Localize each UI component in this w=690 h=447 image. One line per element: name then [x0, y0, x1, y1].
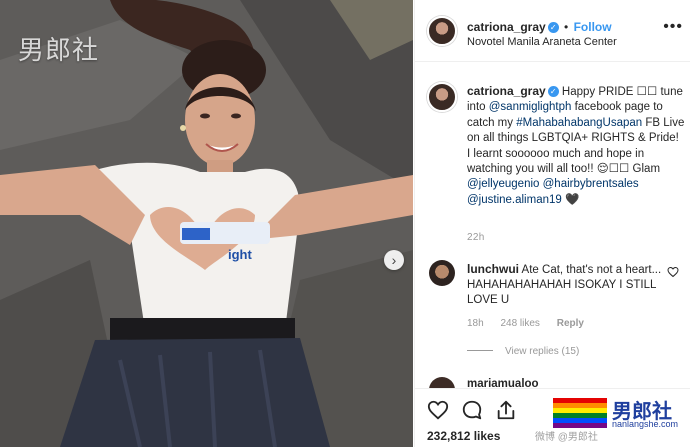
mention-link[interactable]: @jellyeugenio — [467, 178, 539, 190]
next-photo-button[interactable]: › — [384, 250, 404, 270]
commenter-avatar[interactable] — [429, 260, 455, 286]
shirt-logo-text: ight — [228, 247, 252, 262]
commenter-avatar[interactable] — [429, 377, 455, 388]
hashtag-link[interactable]: #MahabahabangUsapan — [516, 117, 642, 129]
caption-text: catriona_gray ✓ Happy PRIDE ☐☐ tune into … — [467, 84, 685, 208]
commenter-username[interactable]: lunchwui — [467, 262, 519, 276]
partial-comment: mariamualoo — [415, 374, 690, 388]
share-icon[interactable] — [495, 399, 517, 421]
avatar[interactable] — [427, 16, 457, 46]
mention-link[interactable]: @justine.aliman19 — [467, 194, 562, 206]
chevron-right-icon: › — [391, 252, 397, 268]
caption-segment: 🖤 — [561, 193, 580, 206]
post-timestamp[interactable]: 22h — [467, 232, 485, 243]
like-heart-icon[interactable] — [427, 399, 449, 421]
verified-badge-icon: ✓ — [547, 86, 559, 97]
post-panel: catriona_gray ✓ • Follow Novotel Manila A… — [414, 0, 690, 447]
post-header: catriona_gray ✓ • Follow Novotel Manila A… — [415, 0, 690, 62]
photo-illustration: ight — [0, 0, 413, 447]
watermark-url: nanlangshe.com — [612, 419, 679, 429]
divider — [467, 350, 493, 351]
header-separator: • — [564, 20, 569, 34]
comment-bubble-icon[interactable] — [461, 399, 483, 421]
post-photo[interactable]: ight 男郎社 › — [0, 0, 413, 447]
comment-likes[interactable]: 248 likes — [500, 318, 539, 329]
more-options-icon[interactable]: ••• — [663, 18, 683, 36]
verified-badge-icon: ✓ — [547, 22, 559, 33]
header-username[interactable]: catriona_gray — [467, 20, 546, 34]
watermark-weibo: 微博 @男郎社 — [535, 432, 598, 443]
comment-text: lunchwui Ate Cat, that's not a heart... … — [467, 262, 663, 308]
comment-age: 18h — [467, 318, 484, 329]
view-replies-label: View replies (15) — [505, 346, 580, 357]
rainbow-flag-logo — [553, 398, 607, 428]
comment-meta: 18h 248 likes Reply — [467, 318, 598, 329]
like-count[interactable]: 232,812 likes — [427, 429, 500, 443]
caption-username[interactable]: catriona_gray — [467, 84, 546, 98]
follow-button[interactable]: Follow — [574, 20, 612, 34]
mention-link[interactable]: @hairbybrentsales — [543, 178, 639, 190]
location-link[interactable]: Novotel Manila Araneta Center — [467, 36, 617, 48]
caption-avatar[interactable] — [427, 82, 457, 112]
mention-link[interactable]: @sanmiglightph — [489, 101, 572, 113]
partial-comment-username[interactable]: mariamualoo — [467, 378, 539, 388]
watermark-top-left: 男郎社 — [18, 36, 100, 66]
reply-button[interactable]: Reply — [557, 318, 584, 329]
view-replies-button[interactable]: View replies (15) — [467, 346, 579, 357]
header-line: catriona_gray ✓ • Follow — [467, 20, 612, 34]
like-comment-heart-icon[interactable] — [667, 266, 679, 278]
